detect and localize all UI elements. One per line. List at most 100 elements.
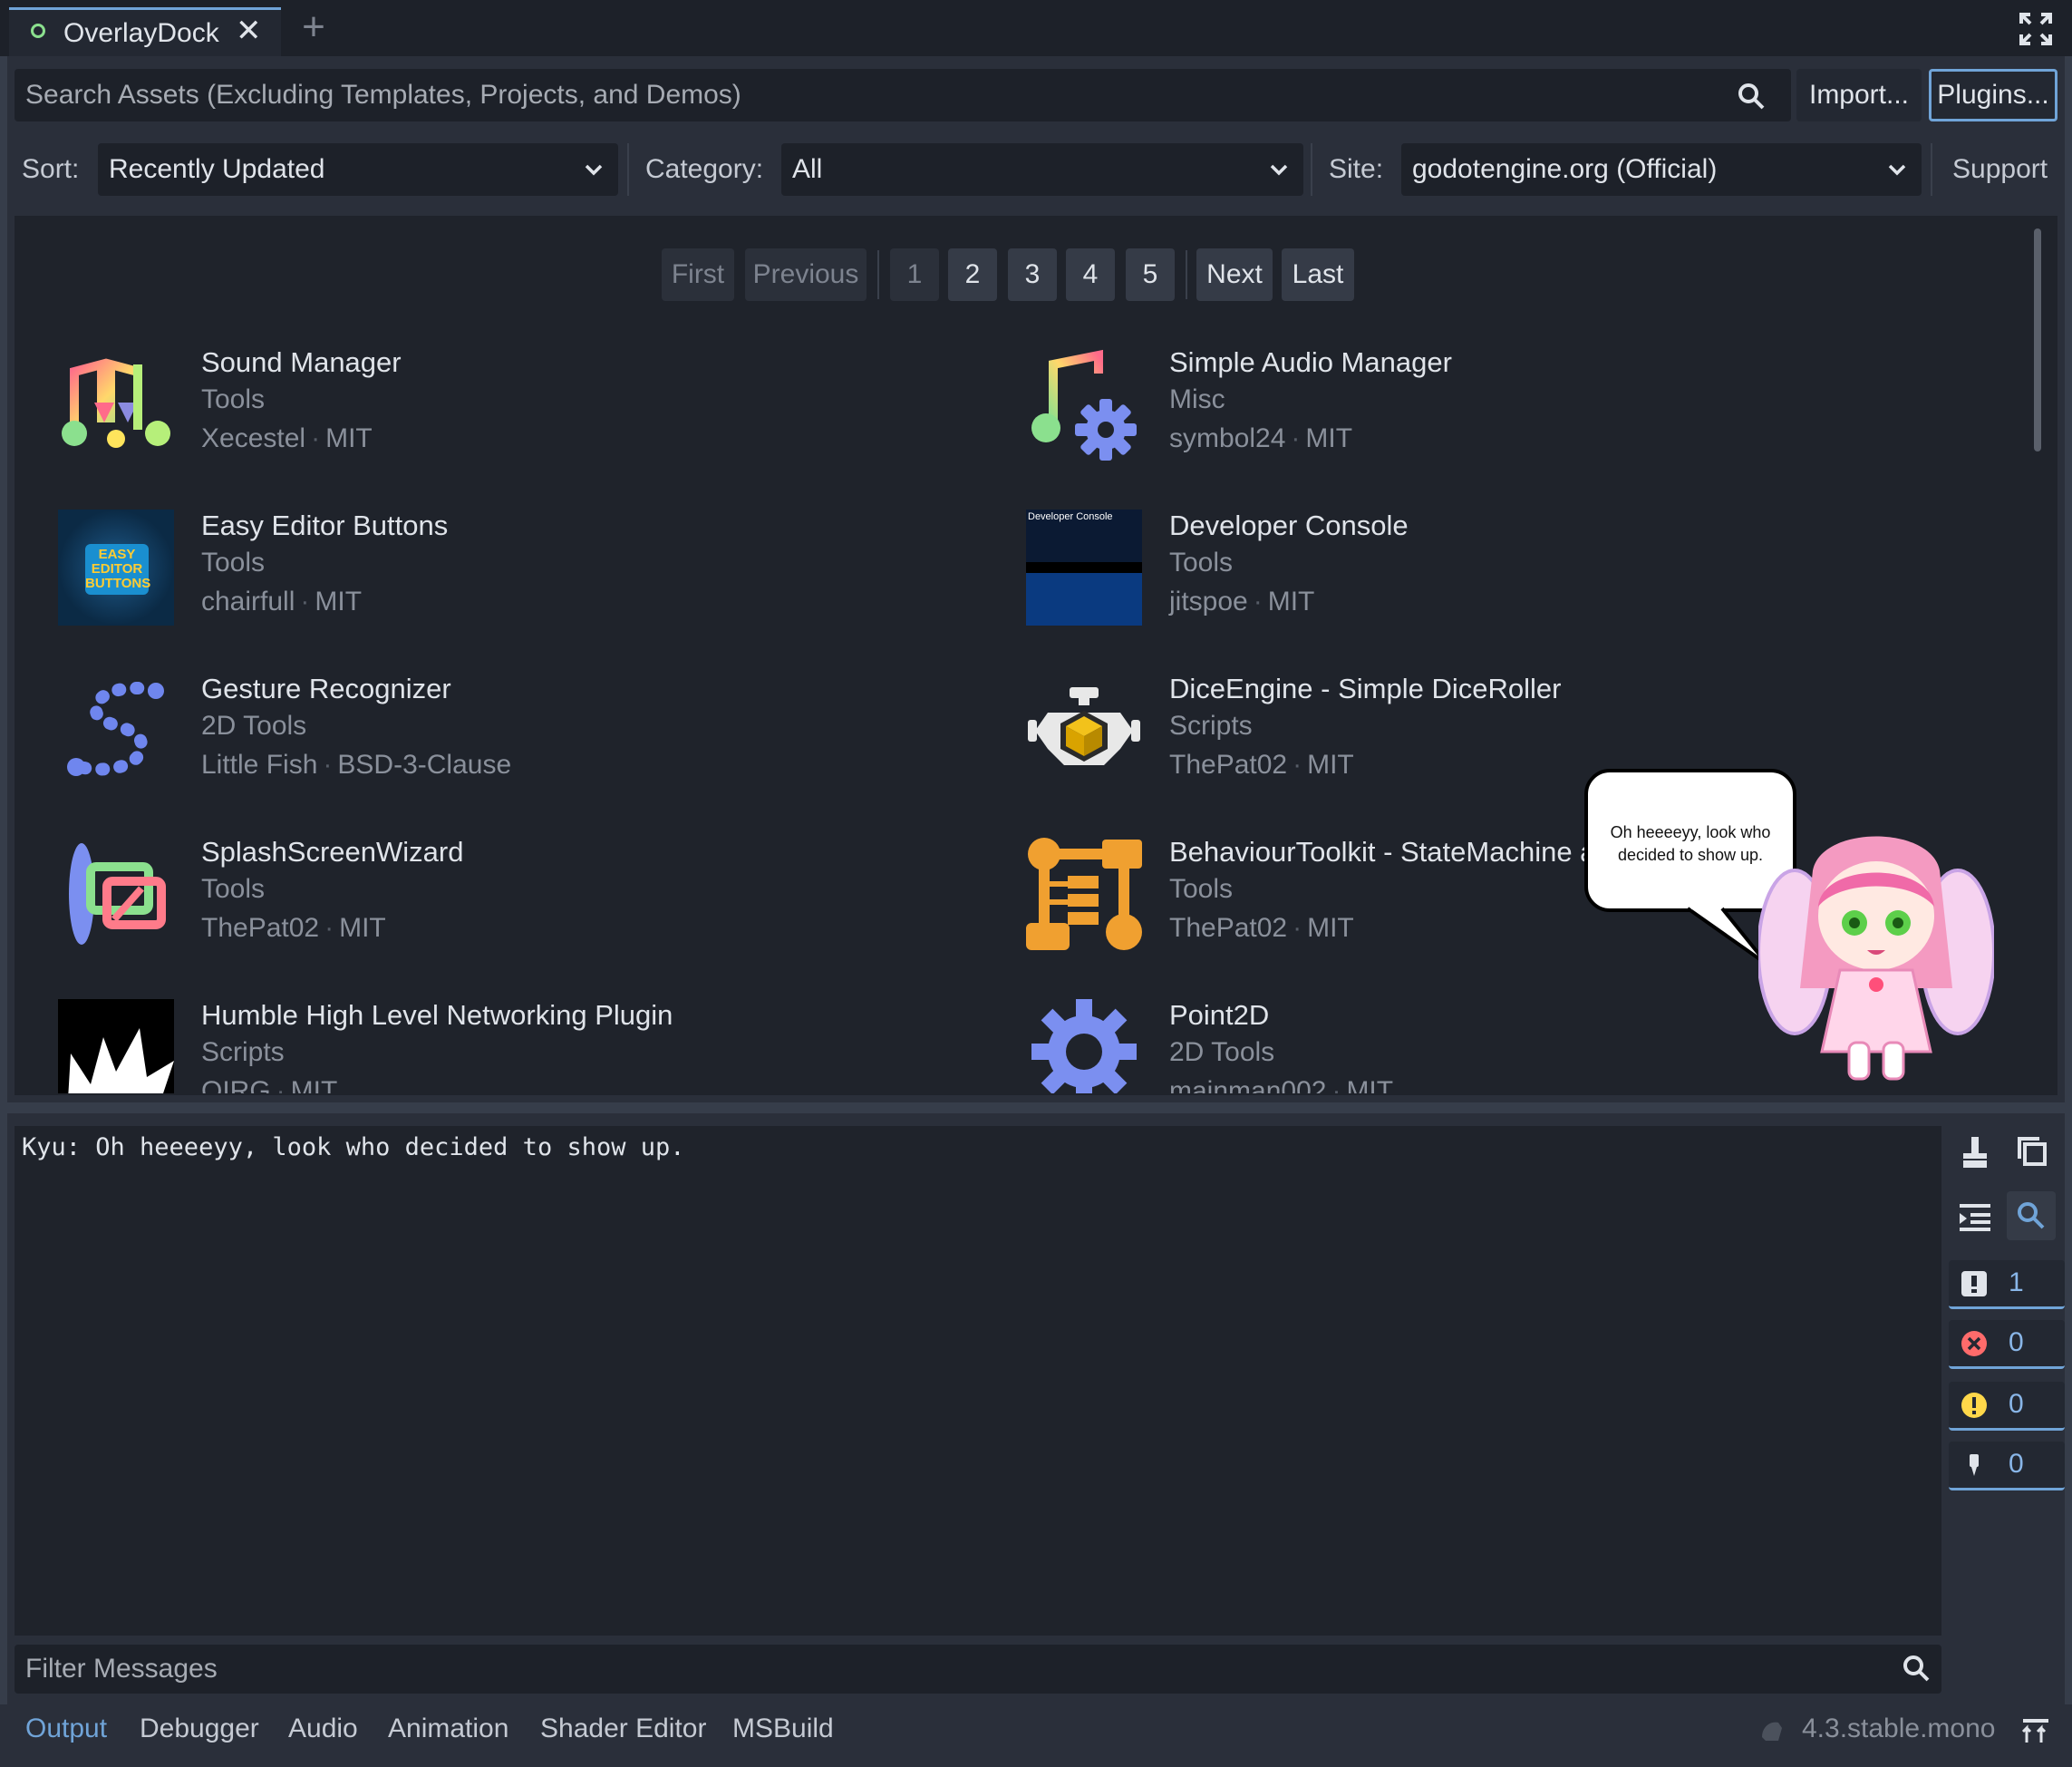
asset-author[interactable]: mainman002 bbox=[1169, 1076, 1326, 1093]
close-icon[interactable]: ✕ bbox=[236, 15, 262, 46]
asset-title[interactable]: Humble High Level Networking Plugin bbox=[201, 999, 673, 1032]
copy-icon[interactable] bbox=[2010, 1130, 2056, 1175]
asset-title[interactable]: Easy Editor Buttons bbox=[201, 510, 448, 542]
separator: · bbox=[311, 423, 321, 453]
asset-license: MIT bbox=[339, 913, 386, 943]
expand-panel-icon[interactable] bbox=[2019, 1715, 2052, 1748]
support-button[interactable]: Support bbox=[1952, 154, 2048, 185]
asset-category[interactable]: Tools bbox=[201, 548, 265, 578]
asset-category[interactable]: 2D Tools bbox=[1169, 1037, 1274, 1068]
asset-category[interactable]: Tools bbox=[1169, 874, 1233, 905]
page-button-2[interactable]: 2 bbox=[948, 248, 997, 301]
asset-author[interactable]: ThePat02 bbox=[1169, 750, 1287, 780]
warnings-filter-button[interactable]: 0 bbox=[1949, 1382, 2065, 1431]
tab-output[interactable]: Output bbox=[25, 1714, 107, 1744]
messages-filter-button[interactable]: 1 bbox=[1949, 1260, 2065, 1309]
asset-item[interactable]: Humble High Level Networking Plugin Scri… bbox=[58, 999, 964, 1093]
asset-category[interactable]: Tools bbox=[201, 874, 265, 905]
filter-messages-input[interactable] bbox=[15, 1645, 1941, 1694]
asset-category[interactable]: Tools bbox=[201, 384, 265, 415]
filter-placeholder: Filter Messages bbox=[25, 1654, 218, 1684]
asset-title[interactable]: DiceEngine - Simple DiceRoller bbox=[1169, 673, 1561, 705]
point2d-gear-icon bbox=[1026, 999, 1142, 1093]
editor-messages-filter-button[interactable]: 0 bbox=[1949, 1442, 2065, 1490]
site-select[interactable]: godotengine.org (Official) bbox=[1401, 143, 1922, 196]
output-log[interactable] bbox=[15, 1126, 1941, 1636]
asset-title[interactable]: BehaviourToolkit - StateMachine ar bbox=[1169, 836, 1588, 869]
separator: · bbox=[1293, 913, 1302, 943]
last-page-button[interactable]: Last bbox=[1282, 248, 1354, 301]
asset-license: MIT bbox=[1307, 750, 1354, 780]
add-tab-icon[interactable]: + bbox=[295, 7, 332, 47]
chevron-down-icon bbox=[1267, 158, 1291, 181]
asset-category[interactable]: 2D Tools bbox=[201, 711, 306, 742]
asset-author[interactable]: OIRG bbox=[201, 1076, 271, 1093]
divider bbox=[1931, 143, 1932, 196]
search-icon bbox=[1902, 1654, 1931, 1683]
asset-title[interactable]: Point2D bbox=[1169, 999, 1269, 1032]
icon-text: Developer Console bbox=[1028, 511, 1113, 522]
asset-item[interactable]: Developer Console Developer Console Tool… bbox=[1026, 510, 1932, 636]
clear-output-icon[interactable] bbox=[1952, 1130, 1998, 1175]
scrollbar[interactable] bbox=[2034, 228, 2041, 451]
asset-author[interactable]: Little Fish bbox=[201, 750, 317, 780]
asset-author[interactable]: ThePat02 bbox=[1169, 913, 1287, 943]
category-select[interactable]: All bbox=[781, 143, 1303, 196]
import-button[interactable]: Import... bbox=[1796, 69, 1922, 121]
asset-category[interactable]: Tools bbox=[1169, 548, 1233, 578]
tab-overlaydock[interactable]: OverlayDock ✕ bbox=[9, 7, 281, 56]
tab-animation[interactable]: Animation bbox=[388, 1714, 508, 1744]
asset-author[interactable]: Xecestel bbox=[201, 423, 305, 453]
asset-item[interactable]: Gesture Recognizer 2D Tools Little Fish ·… bbox=[58, 673, 964, 800]
asset-category[interactable]: Scripts bbox=[201, 1037, 285, 1068]
asset-title[interactable]: Sound Manager bbox=[201, 346, 402, 379]
page-button-4[interactable]: 4 bbox=[1066, 248, 1115, 301]
asset-title[interactable]: Developer Console bbox=[1169, 510, 1409, 542]
message-icon bbox=[1961, 1271, 1987, 1296]
category-label: Category: bbox=[645, 154, 764, 184]
asset-author[interactable]: chairfull bbox=[201, 587, 295, 617]
asset-author[interactable]: jitspoe bbox=[1169, 587, 1248, 617]
error-icon bbox=[1961, 1331, 1987, 1356]
next-page-button[interactable]: Next bbox=[1196, 248, 1273, 301]
asset-item[interactable]: Simple Audio Manager Misc symbol24 · MIT bbox=[1026, 346, 1932, 473]
tab-debugger[interactable]: Debugger bbox=[140, 1714, 259, 1744]
page-button-1[interactable]: 1 bbox=[890, 248, 939, 301]
errors-filter-button[interactable]: 0 bbox=[1949, 1320, 2065, 1369]
messages-count: 1 bbox=[2009, 1267, 2024, 1297]
separator: · bbox=[1331, 1076, 1341, 1093]
collapse-icon[interactable] bbox=[1952, 1193, 1998, 1238]
asset-title[interactable]: Simple Audio Manager bbox=[1169, 346, 1452, 379]
developer-console-icon: Developer Console bbox=[1026, 510, 1142, 626]
sort-select[interactable]: Recently Updated bbox=[98, 143, 618, 196]
asset-license: MIT bbox=[315, 587, 363, 617]
tab-audio[interactable]: Audio bbox=[288, 1714, 358, 1744]
previous-page-button[interactable]: Previous bbox=[745, 248, 867, 301]
first-page-button[interactable]: First bbox=[662, 248, 734, 301]
tab-shader-editor[interactable]: Shader Editor bbox=[540, 1714, 706, 1744]
plugins-button[interactable]: Plugins... bbox=[1929, 69, 2057, 121]
search-placeholder: Search Assets (Excluding Templates, Proj… bbox=[25, 80, 741, 110]
filter-search-toggle[interactable] bbox=[2007, 1191, 2056, 1240]
asset-title[interactable]: Gesture Recognizer bbox=[201, 673, 451, 705]
separator: · bbox=[1253, 587, 1263, 617]
fullscreen-icon[interactable] bbox=[2018, 11, 2054, 47]
asset-title[interactable]: SplashScreenWizard bbox=[201, 836, 463, 869]
asset-item[interactable]: SplashScreenWizard Tools ThePat02 · MIT bbox=[58, 836, 964, 963]
scene-status-icon bbox=[31, 24, 45, 38]
sort-value: Recently Updated bbox=[109, 154, 325, 184]
tab-msbuild[interactable]: MSBuild bbox=[732, 1714, 834, 1744]
asset-author[interactable]: ThePat02 bbox=[201, 913, 319, 943]
asset-item[interactable]: BehaviourToolkit - StateMachine ar Tools… bbox=[1026, 836, 1588, 963]
asset-category[interactable]: Misc bbox=[1169, 384, 1225, 415]
asset-category[interactable]: Scripts bbox=[1169, 711, 1253, 742]
networking-icon bbox=[58, 999, 174, 1093]
asset-author[interactable]: symbol24 bbox=[1169, 423, 1285, 453]
asset-item[interactable]: EASY EDITOR BUTTONS Easy Editor Buttons … bbox=[58, 510, 964, 636]
page-button-3[interactable]: 3 bbox=[1008, 248, 1057, 301]
asset-item[interactable]: Sound Manager Tools Xecestel · MIT bbox=[58, 346, 964, 473]
asset-item[interactable]: DiceEngine - Simple DiceRoller Scripts T… bbox=[1026, 673, 1932, 800]
warnings-count: 0 bbox=[2009, 1389, 2024, 1419]
page-button-5[interactable]: 5 bbox=[1126, 248, 1175, 301]
tab-label: OverlayDock bbox=[63, 18, 219, 48]
